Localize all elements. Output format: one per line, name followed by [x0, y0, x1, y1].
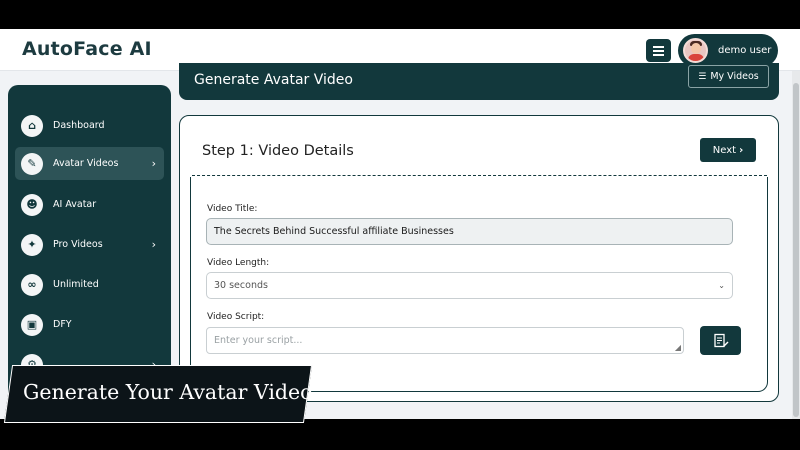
- sidebar-item-label: Dashboard: [53, 120, 105, 131]
- sidebar-item-label: Avatar Videos: [53, 158, 119, 169]
- document-edit-icon: [713, 333, 728, 347]
- step-title: Step 1: Video Details: [202, 143, 354, 159]
- generate-script-button[interactable]: [700, 326, 741, 355]
- sidebar-item-label: AI Avatar: [53, 199, 97, 210]
- video-length-label: Video Length:: [207, 258, 270, 268]
- video-title-label: Video Title:: [207, 204, 258, 214]
- infinity-icon: ∞: [21, 273, 43, 296]
- resize-handle-icon[interactable]: ◢: [675, 343, 681, 352]
- app-logo[interactable]: AutoFace AI: [22, 38, 152, 60]
- video-title-input[interactable]: The Secrets Behind Successful affiliate …: [206, 218, 733, 245]
- user-name: demo user: [718, 45, 772, 56]
- scrollbar-thumb[interactable]: [793, 83, 799, 417]
- home-icon: ⌂: [21, 114, 43, 137]
- sidebar-item-dashboard[interactable]: ⌂ Dashboard: [15, 109, 164, 142]
- satellite-icon: ✦: [21, 233, 43, 256]
- video-script-label: Video Script:: [207, 312, 265, 322]
- sidebar-item-ai-avatar[interactable]: ☻ AI Avatar: [15, 188, 164, 221]
- sidebar-item-pro-videos[interactable]: ✦ Pro Videos ›: [15, 228, 164, 261]
- chevron-right-icon: ›: [151, 157, 156, 170]
- sidebar-item-label: Pro Videos: [53, 239, 103, 250]
- page-title: Generate Avatar Video: [194, 72, 353, 88]
- sidebar-item-unlimited[interactable]: ∞ Unlimited: [15, 268, 164, 301]
- my-videos-label: My Videos: [710, 71, 759, 82]
- video-script-placeholder: Enter your script...: [214, 335, 303, 346]
- box-icon: ▣: [21, 313, 43, 336]
- video-title-value: The Secrets Behind Successful affiliate …: [214, 226, 454, 237]
- sidebar-item-label: DFY: [53, 319, 72, 330]
- video-details-card: Step 1: Video Details Next › Video Title…: [179, 115, 779, 402]
- sidebar-item-label: Unlimited: [53, 279, 99, 290]
- next-button[interactable]: Next ›: [700, 138, 756, 162]
- scrollbar[interactable]: [792, 71, 800, 419]
- edit-icon: ✎: [21, 152, 43, 175]
- avatar: [683, 38, 708, 63]
- robot-icon: ☻: [21, 193, 43, 216]
- video-caption-text: Generate Your Avatar Video: [23, 380, 313, 404]
- video-length-value: 30 seconds: [214, 280, 268, 291]
- chevron-down-icon: ⌄: [718, 281, 725, 290]
- sidebar-item-dfy[interactable]: ▣ DFY: [15, 308, 164, 341]
- page-header: Generate Avatar Video ☰ My Videos: [179, 63, 779, 100]
- menu-toggle-button[interactable]: [646, 39, 671, 62]
- app-window: AutoFace AI demo user ⌂ Dashboard ✎ Avat…: [0, 29, 800, 419]
- chevron-right-icon: ›: [739, 144, 744, 156]
- my-videos-button[interactable]: ☰ My Videos: [688, 65, 769, 88]
- divider: [192, 175, 767, 176]
- sidebar-item-avatar-videos[interactable]: ✎ Avatar Videos ›: [15, 147, 164, 180]
- list-icon: ☰: [698, 71, 707, 82]
- video-script-input[interactable]: Enter your script... ◢: [206, 327, 684, 354]
- chevron-right-icon: ›: [151, 238, 156, 251]
- video-length-select[interactable]: 30 seconds ⌄: [206, 272, 733, 299]
- next-label: Next: [712, 144, 737, 156]
- hamburger-icon: [653, 49, 664, 52]
